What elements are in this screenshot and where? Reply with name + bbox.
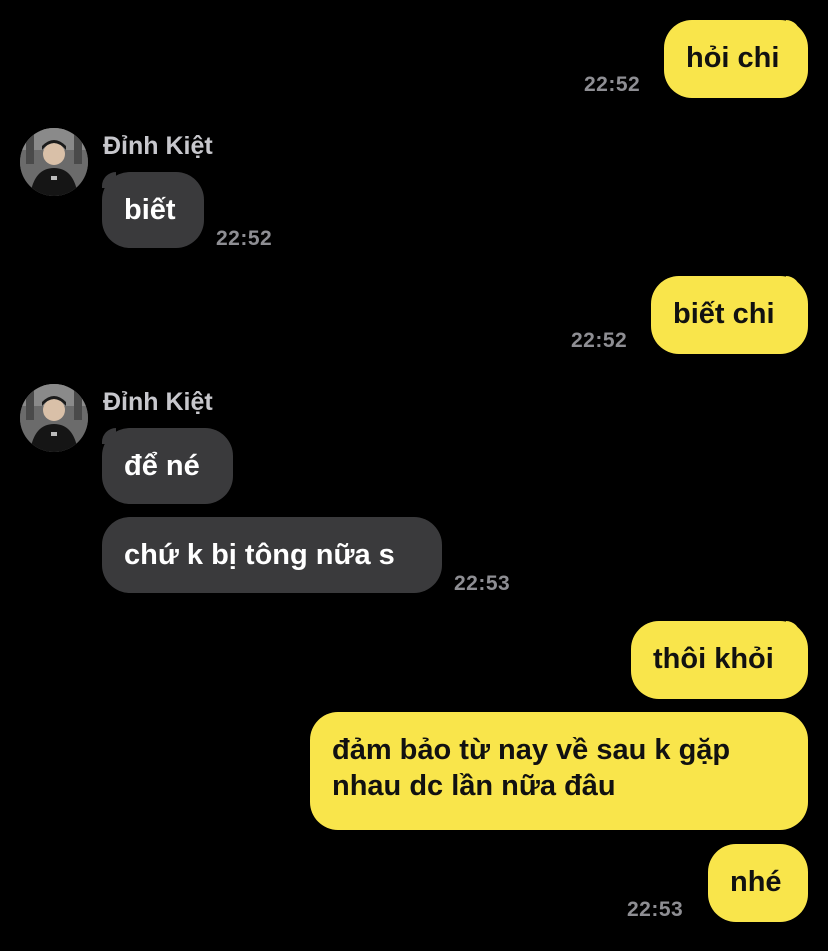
incoming-message[interactable]: biết: [102, 172, 204, 248]
incoming-message[interactable]: để né: [102, 428, 233, 504]
message-timestamp: 22:52: [584, 73, 641, 96]
outgoing-message[interactable]: đảm bảo từ nay về sau k gặp nhau dc lần …: [310, 712, 808, 830]
message-timestamp: 22:53: [454, 572, 511, 595]
outgoing-message[interactable]: thôi khỏi: [631, 621, 808, 699]
outgoing-message[interactable]: nhé: [708, 844, 808, 922]
contact-avatar[interactable]: [20, 128, 88, 196]
outgoing-message[interactable]: hỏi chi: [664, 20, 808, 98]
person-avatar-icon: [20, 128, 88, 196]
incoming-message[interactable]: chứ k bị tông nữa s: [102, 517, 442, 593]
contact-avatar[interactable]: [20, 384, 88, 452]
message-timestamp: 22:52: [216, 227, 273, 250]
contact-name: Đỉnh Kiệt: [103, 388, 213, 416]
chat-thread: hỏi chi 22:52 Đỉnh Kiệt biết 22:52 biết …: [0, 0, 828, 951]
message-timestamp: 22:52: [571, 329, 628, 352]
message-timestamp: 22:53: [627, 898, 684, 921]
contact-name: Đỉnh Kiệt: [103, 132, 213, 160]
person-avatar-icon: [20, 384, 88, 452]
outgoing-message[interactable]: biết chi: [651, 276, 808, 354]
